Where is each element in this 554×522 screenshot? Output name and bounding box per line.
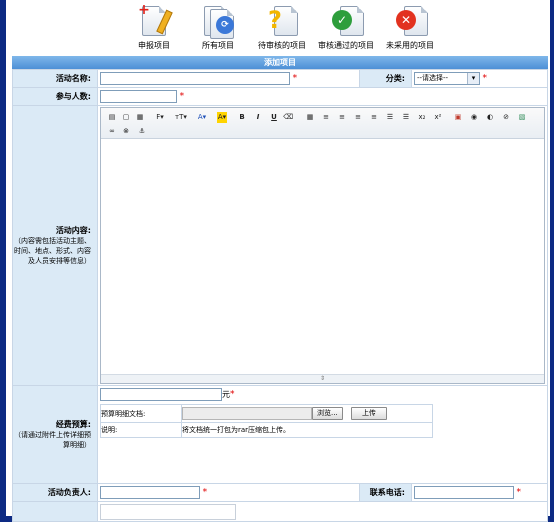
required-mark: * [516,487,522,498]
next-field-input[interactable] [100,503,237,520]
editor-toolbar: ▤ ▢ ▦ F▾ тT▾ A▾ A▾ B I U ⌫ ▦ ≡ ≡ ≡ ≡ ☰ ☰… [101,108,545,139]
ordered-list-icon[interactable]: ☰ [385,112,395,123]
image-icon[interactable]: ▣ [453,112,463,123]
category-selected-value: --请选择-- [416,74,449,82]
unlink-icon[interactable]: ⊗ [121,126,131,137]
font-family-button[interactable]: F▾ [155,112,165,123]
budget-attachment-table: 预算明细文档: 浏览... 上传 说明: 将文档统一打包为rar压缩包上传。 [100,404,434,438]
budget-input[interactable] [100,388,223,401]
highlight-button[interactable]: A▾ [217,112,228,123]
font-color-button[interactable]: A▾ [197,112,207,123]
media-icon[interactable]: ◐ [485,112,495,123]
section-title: 添加项目 [12,56,548,69]
preview-icon[interactable]: ▢ [121,112,131,123]
link-icon[interactable]: ∞ [107,126,117,137]
category-select[interactable]: --请选择-- ▾ [413,72,480,85]
content-hint: （内容需包括活动主题、时间、地点、形式、内容及人员安排等信息） [14,237,92,265]
required-mark: * [179,91,185,102]
declare-project-button[interactable]: + 申报项目 [118,3,190,51]
italic-button[interactable]: I [253,112,263,123]
toolbar-label: 待审核的项目 [258,41,306,50]
category-label: 分类: [359,69,412,88]
budget-hint: （请通过附件上传详细预算明细） [14,431,92,449]
anchor-icon[interactable]: ⚓ [137,126,147,137]
rich-text-editor: ▤ ▢ ▦ F▾ тT▾ A▾ A▾ B I U ⌫ ▦ ≡ ≡ ≡ ≡ ☰ ☰… [100,107,546,384]
note-text: 将文档统一打包为rar压缩包上传。 [181,422,434,438]
budget-doc-label: 预算明细文档: [100,404,183,423]
editor-content-area[interactable] [101,139,544,374]
subscript-button[interactable]: x₂ [417,112,427,123]
template-icon[interactable]: ▦ [135,112,145,123]
superscript-button[interactable]: x² [433,112,443,123]
browse-button[interactable]: 浏览... [312,407,343,420]
font-family-label: F [156,113,161,121]
eraser-icon[interactable]: ⌫ [283,112,293,123]
toolbar-label: 所有项目 [202,41,234,50]
top-toolbar: + 申报项目 ⟳ 所有项目 ? 待审核的项目 ✓ 审核通过的项目 ✕ 未采用的项… [6,0,550,55]
required-mark: * [292,73,298,84]
participants-label: 参与人数: [11,87,99,106]
budget-unit: 元 [222,390,231,399]
font-size-button[interactable]: тT▾ [175,112,187,123]
required-mark: * [482,73,488,84]
content-label: 活动内容: [55,226,92,235]
leader-input[interactable] [100,486,201,499]
phone-input[interactable] [413,486,514,499]
question-doc-icon: ? [266,4,298,36]
all-projects-button[interactable]: ⟳ 所有项目 [182,4,254,51]
leader-label: 活动负责人: [11,483,99,502]
source-icon[interactable]: ▤ [107,112,117,123]
align-right-icon[interactable]: ≡ [353,112,363,123]
align-left-icon[interactable]: ≡ [321,112,331,123]
unordered-list-icon[interactable]: ☰ [401,112,411,123]
reject-doc-icon: ✕ [394,4,428,36]
chevron-down-icon: ▾ [466,73,479,84]
rejected-projects-button[interactable]: ✕ 未采用的项目 [374,4,446,51]
participants-input[interactable] [100,90,178,103]
activity-name-label: 活动名称: [11,69,99,88]
note-label: 说明: [100,422,183,438]
attachment-icon[interactable]: ⊘ [501,112,511,123]
phone-label: 联系电话: [359,483,412,502]
font-color-label: A [197,113,203,121]
justify-icon[interactable]: ≡ [369,112,379,123]
pencil-doc-icon: + [138,3,173,36]
pending-projects-button[interactable]: ? 待审核的项目 [246,4,318,51]
required-mark: * [230,389,235,400]
activity-name-input[interactable] [100,72,291,85]
check-doc-icon: ✓ [330,4,364,36]
bold-button[interactable]: B [237,112,247,123]
table-icon[interactable]: ▦ [305,112,315,123]
toolbar-label: 审核通过的项目 [318,41,374,50]
budget-label: 经费预算: [55,420,92,429]
toolbar-label: 申报项目 [138,41,170,50]
add-project-form: 活动名称: * 分类: --请选择-- ▾ * 参与人数: * 活动内容: （内… [11,69,549,522]
budget-file-input[interactable] [182,407,313,420]
picture-icon[interactable]: ▧ [517,112,527,123]
approved-projects-button[interactable]: ✓ 审核通过的项目 [310,4,382,51]
underline-button[interactable]: U [269,112,279,123]
resize-handle[interactable]: ⇕ [101,374,545,383]
highlight-label: A [217,113,223,121]
next-row-label [11,501,99,522]
required-mark: * [202,487,208,498]
align-center-icon[interactable]: ≡ [337,112,347,123]
font-size-label: тT [175,113,184,121]
flash-icon[interactable]: ◉ [469,112,479,123]
toolbar-label: 未采用的项目 [386,41,434,50]
docs-icon: ⟳ [202,4,234,39]
upload-button[interactable]: 上传 [350,407,387,420]
main-frame: + 申报项目 ⟳ 所有项目 ? 待审核的项目 ✓ 审核通过的项目 ✕ 未采用的项… [6,0,550,522]
